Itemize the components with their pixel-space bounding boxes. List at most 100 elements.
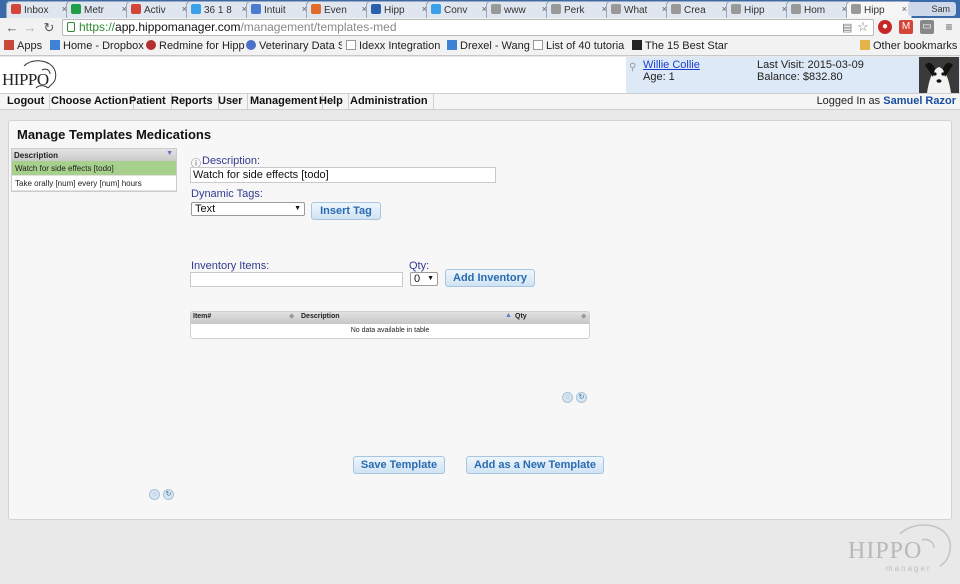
delete-icon[interactable]: ◌: [562, 392, 573, 403]
browser-tab[interactable]: Hipp ×: [726, 1, 792, 18]
back-icon[interactable]: ←: [4, 20, 20, 36]
add-inventory-button[interactable]: Add Inventory: [445, 269, 535, 287]
last-visit: Last Visit: 2015-03-09: [757, 59, 864, 71]
tab-favicon-icon: [671, 4, 681, 14]
gmail-checker-icon[interactable]: M: [899, 20, 913, 34]
menu-logout[interactable]: Logout: [2, 94, 51, 109]
tab-favicon-icon: [491, 4, 501, 14]
list-header-label: Description: [14, 151, 59, 160]
tab-favicon-icon: [311, 4, 321, 14]
bookmark-drexel[interactable]: Drexel - Wang: [447, 40, 530, 52]
add-new-template-button[interactable]: Add as a New Template: [466, 456, 604, 474]
browser-tab[interactable]: Metr ×: [66, 1, 132, 18]
watermark-title: HIPPO: [848, 538, 923, 564]
sort-icon[interactable]: ◆: [289, 312, 294, 320]
menu-reports[interactable]: Reports: [166, 94, 219, 109]
tab-label: Hipp: [744, 5, 765, 16]
refresh-icon[interactable]: ↻: [163, 489, 174, 500]
cast-icon[interactable]: ▭: [920, 20, 934, 34]
profile-button[interactable]: Sam: [908, 2, 956, 16]
inventory-items-input[interactable]: [190, 272, 403, 287]
bookmark-best-startups[interactable]: The 15 Best Start: [632, 40, 728, 52]
insert-tag-button[interactable]: Insert Tag: [311, 202, 381, 220]
menu-icon[interactable]: ≡: [942, 20, 956, 34]
url-scheme: https://: [79, 20, 116, 34]
page-action-icon[interactable]: ▤: [842, 21, 852, 34]
qty-value: 0: [414, 273, 421, 285]
menu-choose-action[interactable]: Choose Action: [46, 94, 135, 109]
list-item[interactable]: Watch for side effects [todo]: [12, 161, 176, 176]
page-icon: [346, 40, 356, 50]
column-item-number[interactable]: Item#: [193, 313, 211, 320]
browser-tab[interactable]: Conv ×: [426, 1, 492, 18]
sort-desc-icon[interactable]: ▼: [166, 150, 173, 157]
browser-tab[interactable]: Intuit ×: [246, 1, 312, 18]
dropbox-icon: [447, 40, 457, 50]
tab-favicon-icon: [11, 4, 21, 14]
bookmark-apps[interactable]: Apps: [4, 40, 42, 52]
hippo-logo[interactable]: HIPPO: [2, 58, 60, 92]
url-host: app.hippomanager.com: [115, 20, 241, 34]
bookmark-dropbox-home[interactable]: Home - Dropbox: [50, 40, 144, 52]
dropbox-icon: [50, 40, 60, 50]
tab-favicon-icon: [431, 4, 441, 14]
bookmark-veterinary-data[interactable]: Veterinary Data S: [246, 40, 342, 52]
sort-asc-icon[interactable]: ▲: [505, 312, 512, 319]
tab-label: 36 1 8: [204, 5, 232, 16]
qty-label: Qty:: [409, 260, 430, 272]
list-header[interactable]: Description ▼: [12, 149, 176, 161]
bookmark-label: Drexel - Wang: [460, 40, 530, 52]
menu-patient[interactable]: Patient: [124, 94, 172, 109]
menu-management[interactable]: Management: [245, 94, 324, 109]
magnifier-icon[interactable]: ⚲: [629, 62, 636, 73]
bookmark-redmine[interactable]: Redmine for Hipp: [146, 40, 252, 52]
column-qty[interactable]: Qty: [515, 313, 527, 320]
tab-favicon-icon: [131, 4, 141, 14]
list-item[interactable]: Take orally [num] every [num] hours: [12, 176, 176, 191]
browser-tab[interactable]: Even ×: [306, 1, 372, 18]
browser-tab[interactable]: Inbox ×: [6, 1, 72, 18]
redmine-icon: [146, 40, 156, 50]
forward-icon[interactable]: →: [22, 20, 38, 36]
qty-select[interactable]: 0 ▼: [410, 272, 438, 286]
menu-help[interactable]: Help: [314, 94, 349, 109]
reload-icon[interactable]: ↻: [41, 20, 57, 36]
patient-name-link[interactable]: Willie Collie: [643, 59, 700, 71]
browser-tab[interactable]: Crea ×: [666, 1, 732, 18]
browser-tab[interactable]: Hipp ×: [366, 1, 432, 18]
dynamic-tags-select[interactable]: Text ▼: [191, 202, 305, 216]
bookmark-idexx[interactable]: Idexx Integration: [346, 40, 440, 52]
browser-tab[interactable]: Perk ×: [546, 1, 612, 18]
tab-label: What: [624, 5, 648, 16]
logged-in-user: Samuel Razor: [883, 95, 956, 107]
bookmark-star-icon[interactable]: ☆: [857, 19, 869, 35]
address-bar[interactable]: https://app.hippomanager.com/management/…: [62, 19, 874, 36]
browser-tab[interactable]: www ×: [486, 1, 552, 18]
other-bookmarks[interactable]: Other bookmarks: [860, 40, 957, 52]
menu-user[interactable]: User: [213, 94, 249, 109]
balance: Balance: $832.80: [757, 71, 843, 83]
tab-favicon-icon: [851, 4, 861, 14]
browser-tab[interactable]: What ×: [606, 1, 672, 18]
tab-favicon-icon: [251, 4, 261, 14]
browser-tab[interactable]: Hipp ×: [846, 1, 912, 18]
apps-grid-icon: [4, 40, 14, 50]
column-description[interactable]: Description: [301, 313, 340, 320]
browser-tab[interactable]: 36 1 8 ×: [186, 1, 252, 18]
delete-icon[interactable]: ◌: [149, 489, 160, 500]
adblock-icon[interactable]: ●: [878, 20, 892, 34]
browser-tab[interactable]: Hom ×: [786, 1, 852, 18]
sort-icon[interactable]: ◆: [581, 312, 586, 320]
watermark-subtitle: manager: [886, 564, 932, 573]
pet-photo: [919, 57, 959, 93]
menu-administration[interactable]: Administration: [345, 94, 434, 109]
refresh-icon[interactable]: ↻: [576, 392, 587, 403]
bookmark-label: List of 40 tutorial: [546, 40, 625, 52]
save-template-button[interactable]: Save Template: [353, 456, 445, 474]
tab-label: Activ: [144, 5, 166, 16]
bookmark-tutorials[interactable]: List of 40 tutorial: [533, 40, 625, 52]
description-input[interactable]: Watch for side effects [todo]: [190, 167, 496, 183]
browser-tab[interactable]: Activ ×: [126, 1, 192, 18]
close-tab-icon[interactable]: ×: [902, 4, 907, 14]
dynamic-tags-value: Text: [195, 203, 216, 215]
